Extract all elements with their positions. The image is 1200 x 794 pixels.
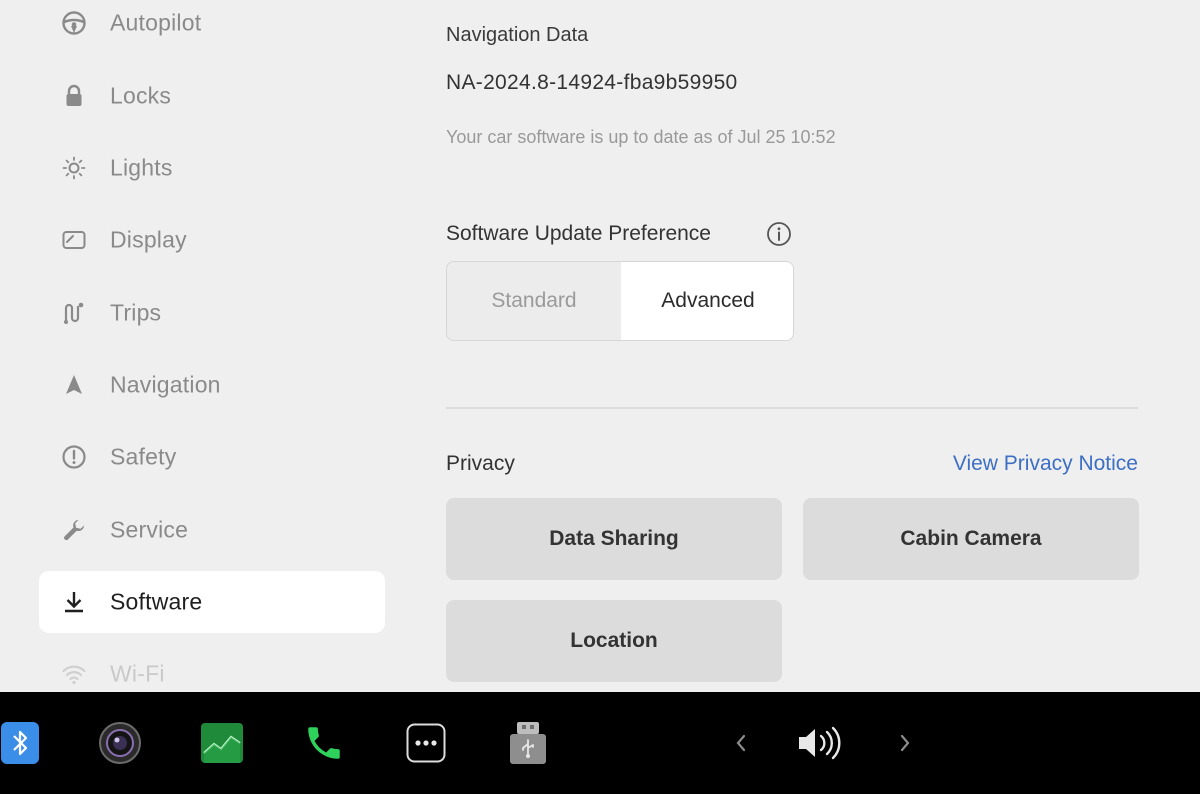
- data-sharing-button[interactable]: Data Sharing: [446, 498, 782, 580]
- stocks-button[interactable]: [200, 692, 244, 794]
- usb-drive-button[interactable]: [507, 692, 549, 794]
- taskbar: [0, 692, 1200, 794]
- section-divider: [446, 407, 1138, 409]
- sidebar-item-software[interactable]: Software: [39, 571, 385, 633]
- sidebar-item-autopilot[interactable]: Autopilot: [39, 0, 385, 54]
- software-panel: Navigation Data NA-2024.8-14924-fba9b599…: [422, 0, 1200, 692]
- trips-icon: [60, 299, 88, 327]
- sidebar-item-label: Trips: [110, 299, 162, 326]
- wifi-icon: [60, 660, 88, 688]
- update-preference-title: Software Update Preference: [446, 222, 711, 245]
- more-icon: [406, 723, 446, 763]
- volume-button[interactable]: [795, 692, 847, 794]
- more-button[interactable]: [405, 692, 447, 794]
- camera-button[interactable]: [97, 692, 143, 794]
- sidebar-item-label: Software: [110, 588, 203, 615]
- bluetooth-icon: [1, 722, 41, 764]
- sidebar-item-label: Display: [110, 226, 187, 253]
- wrench-icon: [60, 516, 88, 544]
- advanced-option[interactable]: Advanced: [621, 262, 793, 340]
- info-icon[interactable]: [766, 221, 792, 247]
- privacy-title: Privacy: [446, 452, 515, 475]
- location-button[interactable]: Location: [446, 600, 782, 682]
- sidebar-item-trips[interactable]: Trips: [39, 282, 385, 344]
- chevron-right-icon: [898, 733, 912, 753]
- sidebar-item-label: Autopilot: [110, 9, 202, 36]
- light-bulb-icon: [60, 154, 88, 182]
- standard-option[interactable]: Standard: [447, 262, 621, 340]
- sidebar-item-label: Navigation: [110, 371, 221, 398]
- sidebar-item-lights[interactable]: Lights: [39, 137, 385, 199]
- steering-wheel-icon: [60, 9, 88, 37]
- download-icon: [60, 588, 88, 616]
- volume-icon: [796, 723, 846, 763]
- settings-sidebar: Autopilot Locks Lights Display Trips Nav…: [0, 0, 422, 692]
- up-to-date-status: Your car software is up to date as of Ju…: [446, 127, 836, 147]
- previous-button[interactable]: [730, 692, 752, 794]
- chevron-left-icon: [734, 733, 748, 753]
- sidebar-item-locks[interactable]: Locks: [39, 65, 385, 127]
- sidebar-item-label: Service: [110, 516, 189, 543]
- display-icon: [60, 226, 88, 254]
- phone-button[interactable]: [302, 692, 346, 794]
- next-button[interactable]: [894, 692, 916, 794]
- stocks-chart-icon: [201, 723, 243, 763]
- sidebar-item-label: Locks: [110, 82, 172, 109]
- cabin-camera-button[interactable]: Cabin Camera: [803, 498, 1139, 580]
- sidebar-item-label: Lights: [110, 154, 173, 181]
- sidebar-item-label: Wi-Fi: [110, 660, 165, 687]
- camera-icon: [98, 721, 142, 765]
- safety-alert-icon: [60, 443, 88, 471]
- usb-drive-icon: [508, 722, 548, 764]
- sidebar-item-label: Safety: [110, 443, 177, 470]
- lock-icon: [60, 82, 88, 110]
- sidebar-item-display[interactable]: Display: [39, 209, 385, 271]
- update-preference-toggle: Standard Advanced: [446, 261, 794, 341]
- view-privacy-notice-link[interactable]: View Privacy Notice: [953, 452, 1138, 476]
- bluetooth-button[interactable]: [0, 692, 42, 794]
- sidebar-item-service[interactable]: Service: [39, 499, 385, 561]
- navigation-data-title: Navigation Data: [446, 24, 589, 46]
- sidebar-item-navigation[interactable]: Navigation: [39, 354, 385, 416]
- navigation-data-version: NA-2024.8-14924-fba9b59950: [446, 71, 738, 94]
- phone-icon: [303, 722, 345, 764]
- sidebar-item-safety[interactable]: Safety: [39, 426, 385, 488]
- navigation-arrow-icon: [60, 371, 88, 399]
